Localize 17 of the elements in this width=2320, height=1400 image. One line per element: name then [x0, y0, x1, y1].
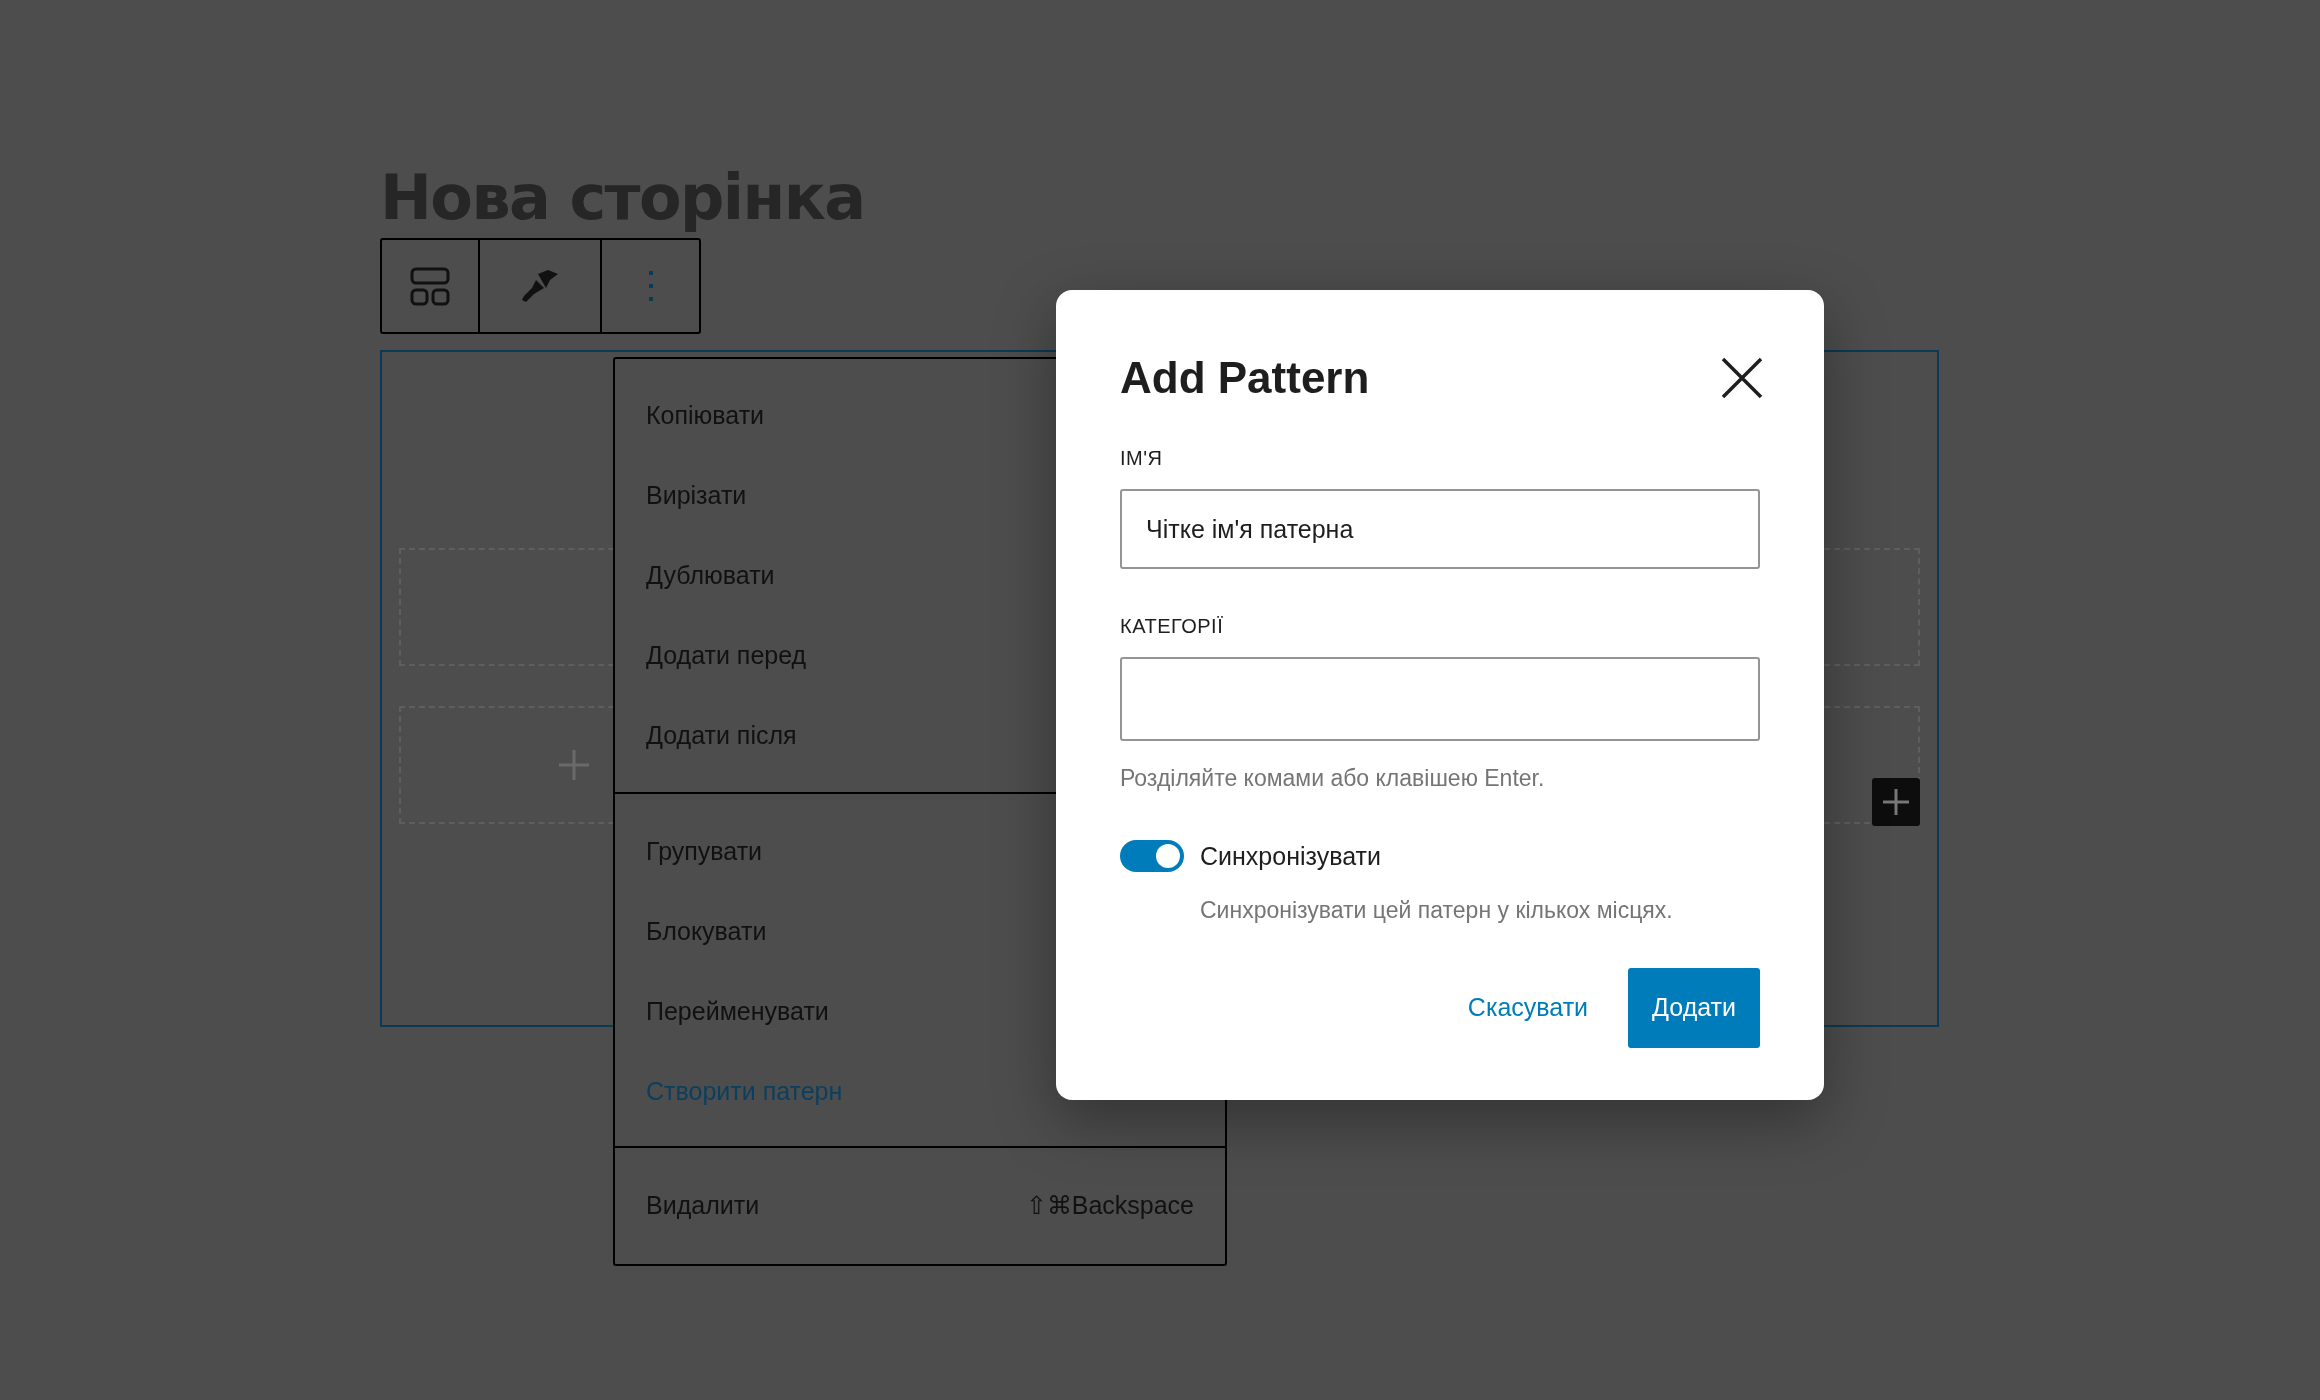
plus-icon[interactable] — [559, 750, 589, 780]
toggle-description: Синхронізувати цей патерн у кількох місцях. — [1200, 896, 1674, 925]
toggle-label: Синхронізувати — [1200, 840, 1381, 872]
cancel-button[interactable]: Скасувати — [1443, 967, 1613, 1048]
menu-item[interactable]: Створити патерн — [615, 1052, 1225, 1132]
add-block-button[interactable] — [1872, 778, 1920, 826]
toggle-switch[interactable] — [1120, 840, 1184, 873]
modal-title: Add Pattern — [1120, 352, 1370, 404]
menu-item[interactable]: Видалити ⇧⌘Backspace — [615, 1166, 1225, 1246]
plus-icon — [1883, 789, 1909, 815]
help-text: Розділяйте комами або клавішею Enter. — [1120, 764, 1546, 793]
input-field[interactable]: Чітке ім'я патерна — [1120, 489, 1760, 569]
field-label: КАТЕГОРІЇ — [1120, 614, 1225, 639]
field-label: ІМ'Я — [1120, 446, 1164, 471]
input-field[interactable] — [1120, 657, 1760, 741]
add-button[interactable]: Додати — [1628, 967, 1760, 1048]
menu-item[interactable]: Перейменувати — [615, 972, 1225, 1052]
